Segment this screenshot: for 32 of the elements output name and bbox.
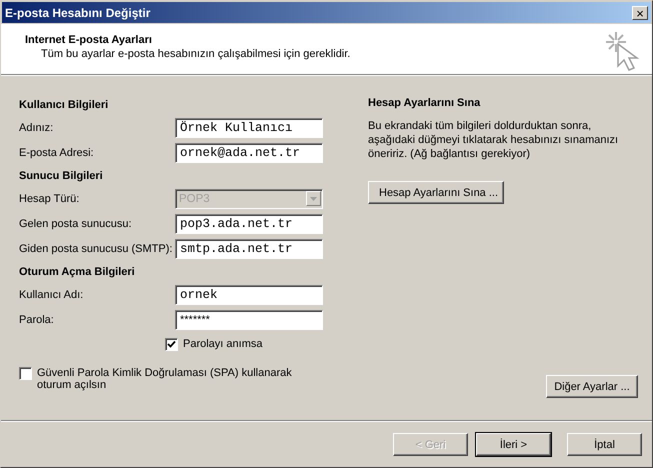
cursor-sparkle-icon [604, 30, 642, 72]
checkbox[interactable] [19, 367, 32, 380]
field-label: Gelen posta sunucusu: [19, 218, 133, 230]
test-settings-button[interactable]: Hesap Ayarlarını Sına ... [368, 181, 504, 204]
header-title: Internet E-posta Ayarları [25, 34, 153, 46]
input-field[interactable]: ornek@ada.net.tr [175, 142, 323, 162]
more-settings-button[interactable]: Diğer Ayarlar ... [546, 375, 638, 398]
checkbox-label: Güvenli Parola Kimlik Doğrulaması (SPA) kullanarak oturum açılsın [37, 367, 293, 391]
field-label: Kullanıcı Adı: [19, 288, 84, 300]
input-field[interactable]: pop3.ada.net.tr [175, 214, 323, 234]
header-subtitle: Tüm bu ayarlar e-posta hesabınızın çalışabilmesi için gereklidir. [41, 48, 350, 60]
field-label: Hesap Türü: [19, 192, 80, 204]
field-label: Giden posta sunucusu (SMTP): [19, 242, 174, 254]
field-label: E-posta Adresi: [19, 146, 95, 158]
wizard-button[interactable]: İleri > [476, 433, 551, 456]
field-label: Parola: [19, 314, 55, 326]
field-label: Adınız: [19, 122, 54, 134]
test-description: Bu ekrandaki tüm bilgileri doldurduktan sonra, aşağıdaki düğmeyi tıklatarak hesabınızı sınamanızı öneririz. (Ağ bağlantısı gerekiyor) [368, 119, 620, 161]
window-title: E-posta Hesabını Değiştir [5, 6, 150, 20]
close-button[interactable]: × [632, 6, 648, 20]
input-field[interactable]: Örnek Kullanıcı [175, 118, 323, 138]
password-field[interactable]: ******* [175, 310, 323, 330]
checkbox-label: Parolayı anımsa [183, 338, 262, 350]
section-heading: Hesap Ayarlarını Sına [368, 97, 482, 109]
wizard-button[interactable]: İptal [567, 433, 642, 456]
section-heading: Sunucu Bilgileri [19, 170, 104, 182]
input-field[interactable]: smtp.ada.net.tr [175, 238, 323, 258]
section-heading: Kullanıcı Bilgileri [19, 99, 110, 111]
section-heading: Oturum Açma Bilgileri [19, 266, 136, 278]
checkbox[interactable] [165, 338, 178, 351]
caret-icon [306, 191, 321, 206]
input-field[interactable]: ornek [175, 284, 323, 304]
